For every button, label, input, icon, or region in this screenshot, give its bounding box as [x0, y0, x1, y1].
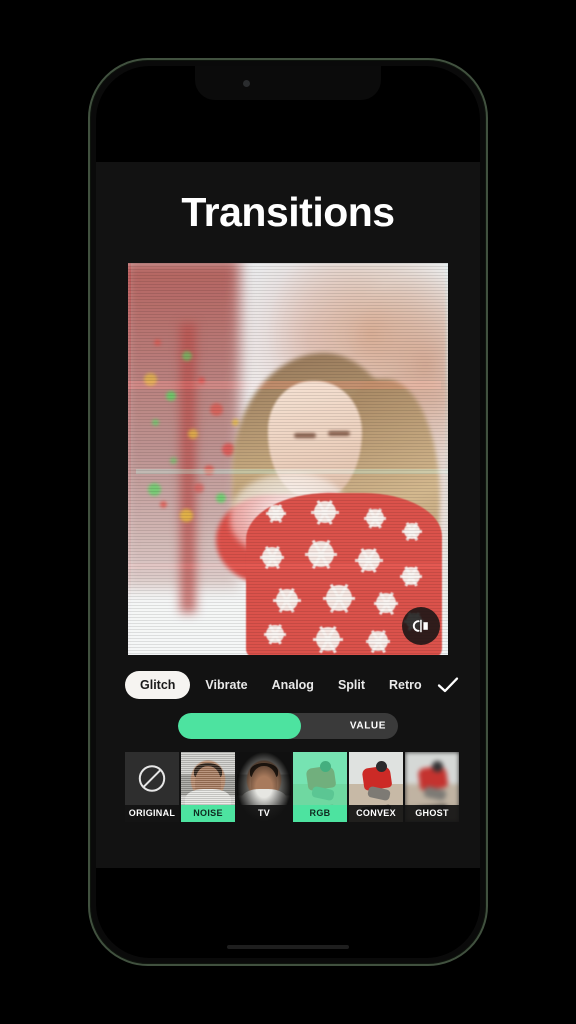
app-screen: Transitions Glitch Vibrate Analog Split … — [96, 162, 480, 868]
tab-split[interactable]: Split — [329, 671, 374, 699]
bokeh-light — [166, 391, 176, 401]
bokeh-light — [194, 483, 204, 493]
tab-analog[interactable]: Analog — [263, 671, 323, 699]
filter-ghost[interactable]: GHOST — [405, 752, 459, 822]
phone-screen-area: Transitions Glitch Vibrate Analog Split … — [96, 66, 480, 958]
filter-label: RGB — [293, 805, 347, 822]
filter-tv[interactable]: TV — [237, 752, 291, 822]
phone-device-frame: Transitions Glitch Vibrate Analog Split … — [88, 58, 488, 966]
front-camera-dot — [243, 80, 250, 87]
value-slider[interactable]: VALUE — [178, 713, 398, 739]
filter-thumbnail-strip[interactable]: ORIGINAL NOISE TV RGB CONVEX GHOST — [123, 752, 459, 822]
value-slider-row[interactable]: VALUE — [178, 713, 398, 739]
tab-retro[interactable]: Retro — [380, 671, 431, 699]
bokeh-light — [154, 339, 161, 346]
bokeh-light — [170, 457, 177, 464]
value-slider-fill — [178, 713, 302, 739]
filter-rgb[interactable]: RGB — [293, 752, 347, 822]
filter-label: ORIGINAL — [125, 805, 179, 822]
filter-label: CONVEX — [349, 805, 403, 822]
value-slider-label: VALUE — [349, 720, 386, 732]
checkmark-icon[interactable] — [437, 676, 463, 694]
screenshot-root: Transitions Glitch Vibrate Analog Split … — [0, 0, 576, 1024]
subject-eye-right — [328, 431, 350, 436]
tab-vibrate[interactable]: Vibrate — [196, 671, 256, 699]
bokeh-light — [152, 419, 159, 426]
tab-glitch[interactable]: Glitch — [125, 671, 191, 699]
no-entry-icon — [137, 764, 167, 799]
page-title: Transitions — [181, 189, 395, 235]
preview-image — [128, 263, 448, 655]
filter-original[interactable]: ORIGINAL — [125, 752, 179, 822]
bokeh-light — [148, 483, 161, 496]
bokeh-light — [180, 509, 193, 522]
bokeh-light — [210, 403, 223, 416]
bokeh-light — [144, 373, 157, 386]
photo-preview[interactable] — [128, 263, 448, 655]
filter-noise[interactable]: NOISE — [181, 752, 235, 822]
bokeh-light — [160, 501, 167, 508]
filter-convex[interactable]: CONVEX — [349, 752, 403, 822]
filter-label: GHOST — [405, 805, 459, 822]
effect-category-tabs[interactable]: Glitch Vibrate Analog Split Retro — [123, 671, 458, 699]
bokeh-light — [204, 465, 214, 475]
bokeh-light — [188, 429, 198, 439]
bokeh-light — [182, 351, 192, 361]
home-indicator — [227, 945, 349, 949]
phone-notch — [195, 66, 381, 100]
before-after-compare-icon[interactable] — [402, 607, 440, 645]
filter-label: TV — [237, 805, 291, 822]
subject-eye-left — [294, 433, 316, 438]
bokeh-light — [198, 377, 205, 384]
filter-label: NOISE — [181, 805, 235, 822]
